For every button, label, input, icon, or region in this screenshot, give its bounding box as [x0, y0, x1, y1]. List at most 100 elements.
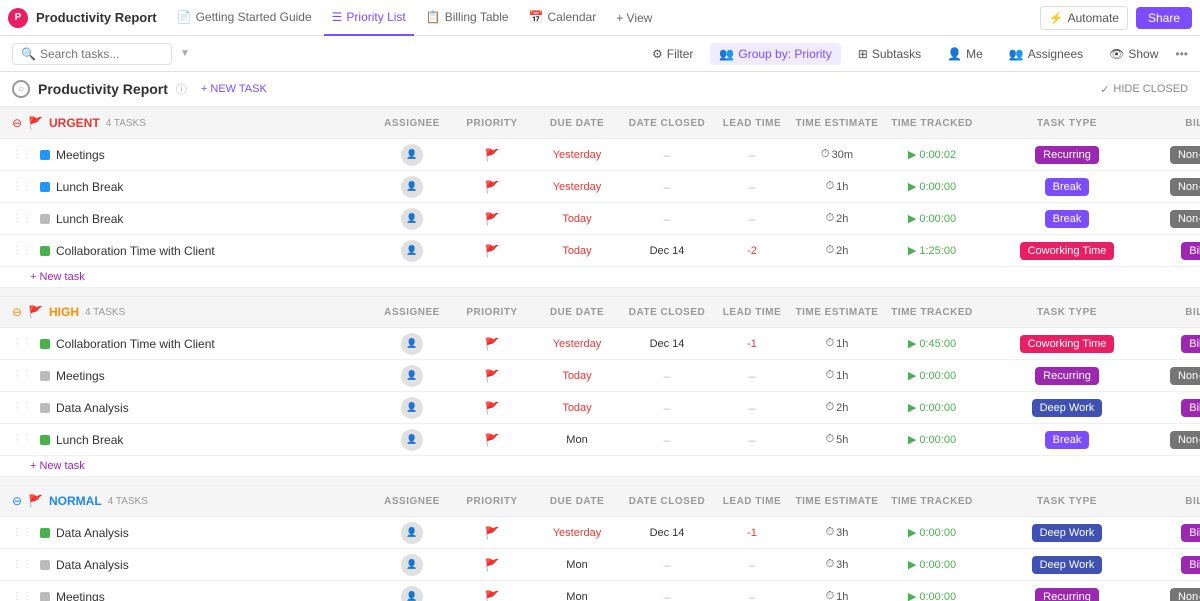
more-options-icon[interactable]: •••	[1175, 47, 1188, 61]
filter-btn[interactable]: ⚙ Filter	[643, 43, 702, 65]
high-label: HIGH	[49, 305, 79, 319]
search-input[interactable]	[40, 47, 160, 61]
group-by-btn[interactable]: 👥 Group by: Priority	[710, 43, 840, 65]
tab-calendar[interactable]: 📅 Calendar	[521, 0, 605, 36]
section-urgent-header: ⊖ 🚩 URGENT 4 TASKS ASSIGNEE PRIORITY DUE…	[0, 107, 1200, 139]
section-urgent: ⊖ 🚩 URGENT 4 TASKS ASSIGNEE PRIORITY DUE…	[0, 107, 1200, 288]
show-btn[interactable]: 👁 Show	[1100, 43, 1167, 65]
task-name[interactable]: Data Analysis	[56, 526, 129, 540]
due-date[interactable]: Today	[562, 370, 591, 382]
due-date[interactable]: Yesterday	[553, 527, 602, 539]
due-date[interactable]: Today	[562, 245, 591, 257]
table-row: ⋮⋮ Meetings 👤 🚩 Mon – – ⏱1h ▶0:00:00 Rec…	[0, 581, 1200, 601]
due-date[interactable]: Today	[562, 402, 591, 414]
priority-flag: 🚩	[485, 526, 500, 540]
billing-badge: Non-billable	[1170, 431, 1200, 449]
due-date[interactable]: Mon	[566, 591, 587, 601]
normal-priority-icon: 🚩	[28, 494, 43, 508]
tab-billing-table[interactable]: 📋 Billing Table	[418, 0, 517, 36]
add-task-urgent[interactable]: + New task	[0, 267, 1200, 288]
avatar: 👤	[401, 522, 423, 544]
billing-badge: Billable	[1181, 524, 1200, 542]
due-date[interactable]: Mon	[566, 434, 587, 446]
priority-flag: 🚩	[485, 212, 500, 226]
avatar: 👤	[401, 586, 423, 601]
table-row: ⋮⋮ Data Analysis 👤 🚩 Today – – ⏱2h ▶0:00…	[0, 392, 1200, 424]
task-type-badge: Deep Work	[1032, 524, 1103, 542]
table-row: ⋮⋮ Lunch Break 👤 🚩 Yesterday – – ⏱1h ▶0:…	[0, 171, 1200, 203]
task-name[interactable]: Data Analysis	[56, 558, 129, 572]
subtasks-btn[interactable]: ⊞ Subtasks	[849, 43, 930, 65]
task-name[interactable]: Meetings	[56, 369, 105, 383]
time-tracked: ▶0:00:00	[908, 401, 956, 414]
due-date[interactable]: Mon	[566, 559, 587, 571]
due-date[interactable]: Yesterday	[553, 181, 602, 193]
info-icon[interactable]: ⓘ	[176, 81, 187, 97]
time-tracked: ▶0:00:00	[908, 433, 956, 446]
lead-time: –	[749, 369, 756, 383]
date-closed: Dec 14	[650, 245, 685, 257]
section-high-header: ⊖ 🚩 HIGH 4 TASKS ASSIGNEE PRIORITY DUE D…	[0, 296, 1200, 328]
billing-badge: Billable	[1181, 556, 1200, 574]
add-view-btn[interactable]: + View	[608, 7, 660, 29]
tab-getting-started[interactable]: 📄 Getting Started Guide	[169, 0, 320, 36]
lead-time: –	[749, 433, 756, 447]
avatar: 👤	[401, 365, 423, 387]
new-task-btn[interactable]: + NEW TASK	[195, 81, 273, 97]
time-estimate: ⏱3h	[826, 526, 849, 539]
drag-handle: ⋮⋮	[12, 338, 32, 349]
time-estimate: ⏱1h	[826, 590, 849, 601]
automate-icon: ⚡	[1049, 11, 1064, 25]
project-header: ○ Productivity Report ⓘ + NEW TASK ✓ HID…	[0, 72, 1200, 107]
due-date[interactable]: Yesterday	[553, 149, 602, 161]
task-name[interactable]: Collaboration Time with Client	[56, 337, 215, 351]
automate-btn[interactable]: ⚡ Automate	[1040, 6, 1128, 30]
high-priority-icon: 🚩	[28, 305, 43, 319]
time-estimate: ⏱1h	[826, 369, 849, 382]
lead-time: -1	[747, 527, 757, 539]
high-collapse-icon[interactable]: ⊖	[12, 305, 22, 319]
search-box[interactable]: 🔍	[12, 43, 172, 65]
billing-badge: Non-billable	[1170, 588, 1200, 601]
task-name[interactable]: Meetings	[56, 148, 105, 162]
time-tracked: ▶1:25:00	[908, 244, 956, 257]
due-date[interactable]: Yesterday	[553, 338, 602, 350]
task-name[interactable]: Lunch Break	[56, 212, 123, 226]
time-tracked: ▶0:00:00	[908, 180, 956, 193]
task-dot	[40, 246, 50, 256]
lead-time: -1	[747, 338, 757, 350]
task-dot	[40, 214, 50, 224]
task-dot	[40, 182, 50, 192]
task-name[interactable]: Lunch Break	[56, 180, 123, 194]
hide-closed-btn[interactable]: ✓ HIDE CLOSED	[1100, 83, 1188, 96]
date-closed: –	[664, 590, 671, 601]
task-name[interactable]: Meetings	[56, 590, 105, 601]
add-task-high[interactable]: + New task	[0, 456, 1200, 477]
billing-badge: Non-billable	[1170, 367, 1200, 385]
col-due-date: DUE DATE	[532, 118, 622, 129]
priority-flag: 🚩	[485, 244, 500, 258]
time-tracked: ▶0:45:00	[908, 337, 956, 350]
project-title: Productivity Report	[38, 81, 168, 97]
lead-time: –	[749, 212, 756, 226]
task-name[interactable]: Collaboration Time with Client	[56, 244, 215, 258]
me-btn[interactable]: 👤 Me	[938, 43, 992, 65]
lead-time: –	[749, 590, 756, 601]
table-row: ⋮⋮ Data Analysis 👤 🚩 Yesterday Dec 14 -1…	[0, 517, 1200, 549]
task-type-badge: Deep Work	[1032, 399, 1103, 417]
tab-priority-list[interactable]: ☰ Priority List	[324, 0, 414, 36]
normal-collapse-icon[interactable]: ⊖	[12, 494, 22, 508]
group-icon: 👥	[719, 47, 734, 61]
list-icon: ☰	[332, 10, 343, 24]
drag-handle: ⋮⋮	[12, 434, 32, 445]
date-closed: –	[664, 212, 671, 226]
assignees-btn[interactable]: 👥 Assignees	[1000, 43, 1092, 65]
task-name[interactable]: Data Analysis	[56, 401, 129, 415]
time-tracked: ▶0:00:00	[908, 590, 956, 601]
due-date[interactable]: Today	[562, 213, 591, 225]
drag-handle: ⋮⋮	[12, 559, 32, 570]
share-btn[interactable]: Share	[1136, 7, 1192, 29]
urgent-collapse-icon[interactable]: ⊖	[12, 116, 22, 130]
col-date-closed: DATE CLOSED	[622, 118, 712, 129]
task-name[interactable]: Lunch Break	[56, 433, 123, 447]
